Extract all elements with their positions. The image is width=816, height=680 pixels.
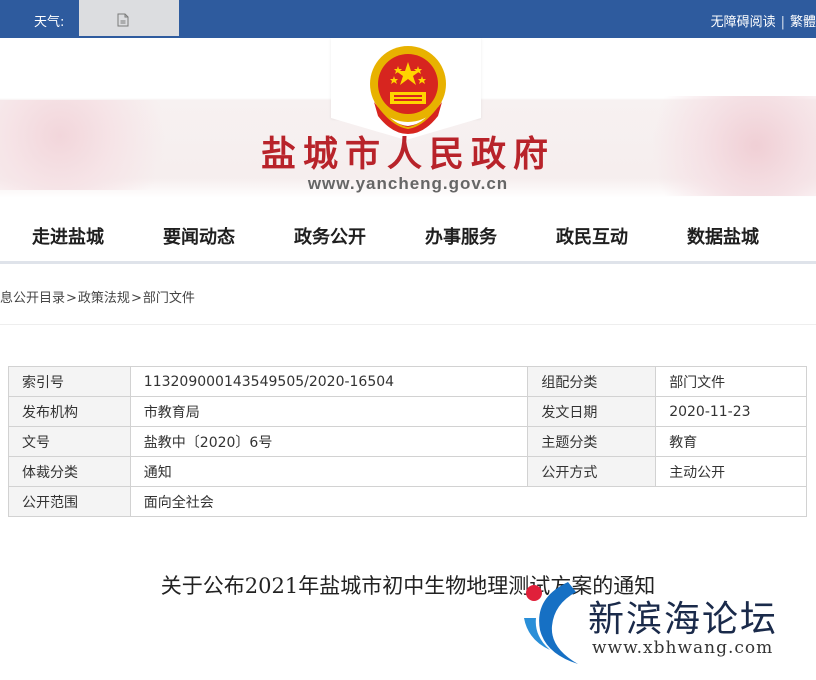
document-info-table: 索引号 113209000143549505/2020-16504 组配分类 部… [8,366,808,517]
watermark-logo-icon [524,582,578,664]
info-value: 2020-11-23 [655,396,807,427]
nav-divider [0,261,816,264]
nav-item-gov-affairs[interactable]: 政务公开 [294,223,366,249]
table-row: 公开范围 面向全社会 [8,486,808,517]
info-value: 通知 [129,456,529,487]
breadcrumb-separator: > [130,291,142,306]
document-icon [117,13,129,27]
info-key: 文号 [8,426,131,457]
table-row: 体裁分类 通知 公开方式 主动公开 [8,456,807,487]
top-link-separator: | [780,15,785,30]
breadcrumb-item-policy[interactable]: 政策法规 [78,291,130,306]
site-banner: 盐城市人民政府 www.yancheng.gov.cn [0,38,816,198]
table-row: 索引号 113209000143549505/2020-16504 组配分类 部… [8,366,807,397]
breadcrumb-divider [0,324,816,325]
nav-item-zoujin[interactable]: 走进盐城 [32,223,104,249]
top-bar: 天气: 无障碍阅读 | 繁體 [0,0,816,38]
info-value: 主动公开 [655,456,807,487]
info-value: 教育 [655,426,807,457]
info-value: 市教育局 [129,396,529,427]
watermark-url: www.xbhwang.com [592,638,774,658]
breadcrumb-separator: > [66,291,77,306]
info-key: 体裁分类 [8,456,131,487]
table-row: 发布机构 市教育局 发文日期 2020-11-23 [8,396,807,427]
main-nav: 走进盐城 要闻动态 政务公开 办事服务 政民互动 数据盐城 [0,206,816,262]
national-emblem-icon [370,46,446,134]
info-key: 组配分类 [527,366,657,397]
table-row: 文号 盐教中〔2020〕6号 主题分类 教育 [8,426,807,457]
breadcrumb-item-catalog[interactable]: 息公开目录 [0,291,65,306]
nav-item-services[interactable]: 办事服务 [425,223,497,249]
info-key: 公开范围 [8,486,131,517]
info-key: 主题分类 [527,426,657,457]
breadcrumb-item-dept-docs[interactable]: 部门文件 [143,291,195,306]
info-key: 公开方式 [527,456,657,487]
traditional-chinese-link[interactable]: 繁體 [790,11,816,30]
nav-item-data[interactable]: 数据盐城 [687,223,759,249]
info-key: 发文日期 [527,396,657,427]
breadcrumb: 息公开目录>政策法规>部门文件 [0,287,195,306]
info-value: 面向全社会 [129,486,808,517]
accessibility-link[interactable]: 无障碍阅读 [711,11,776,30]
site-url: www.yancheng.gov.cn [307,174,509,193]
info-value: 部门文件 [655,366,807,397]
top-links: 无障碍阅读 | 繁體 [711,11,816,30]
watermark-name: 新滨海论坛 [588,599,779,640]
info-key: 索引号 [8,366,131,397]
weather-label: 天气: [34,15,65,30]
weather-widget[interactable] [79,0,179,36]
nav-item-news[interactable]: 要闻动态 [163,223,235,249]
info-key: 发布机构 [8,396,131,427]
info-value: 盐教中〔2020〕6号 [129,426,529,457]
nav-item-interaction[interactable]: 政民互动 [556,223,628,249]
info-value: 113209000143549505/2020-16504 [129,366,529,397]
